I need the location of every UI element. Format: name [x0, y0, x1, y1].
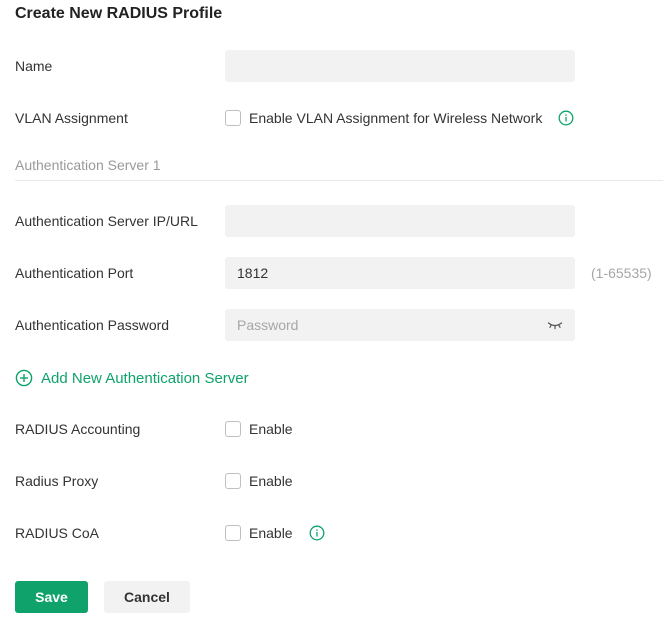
- cancel-button[interactable]: Cancel: [104, 581, 190, 613]
- eye-closed-icon[interactable]: [547, 319, 563, 331]
- radius-coa-checkbox-label[interactable]: Enable: [249, 525, 293, 541]
- vlan-label: VLAN Assignment: [15, 110, 128, 126]
- vlan-checkbox[interactable]: [225, 110, 241, 126]
- vlan-checkbox-label[interactable]: Enable VLAN Assignment for Wireless Netw…: [249, 110, 542, 126]
- auth-port-range-hint: (1-65535): [591, 265, 652, 281]
- radius-proxy-checkbox[interactable]: [225, 473, 241, 489]
- radius-proxy-label: Radius Proxy: [15, 473, 99, 489]
- save-button[interactable]: Save: [15, 581, 88, 613]
- auth-ip-input[interactable]: [225, 205, 575, 237]
- auth-password-label: Authentication Password: [15, 317, 170, 333]
- auth-ip-row: Authentication Server IP/URL: [0, 205, 663, 237]
- auth-password-row: Authentication Password: [0, 309, 663, 341]
- radius-accounting-label: RADIUS Accounting: [15, 421, 141, 437]
- radius-coa-label: RADIUS CoA: [15, 525, 100, 541]
- add-authentication-server-label: Add New Authentication Server: [41, 369, 249, 387]
- name-label: Name: [15, 58, 53, 74]
- auth-password-input[interactable]: [225, 309, 575, 341]
- section-divider: [15, 180, 663, 181]
- auth-port-label: Authentication Port: [15, 265, 134, 281]
- auth-port-row: Authentication Port (1-65535): [0, 257, 663, 289]
- radius-accounting-checkbox-label[interactable]: Enable: [249, 421, 293, 437]
- auth-ip-label: Authentication Server IP/URL: [15, 213, 198, 229]
- radius-accounting-checkbox[interactable]: [225, 421, 241, 437]
- info-icon[interactable]: [309, 525, 325, 541]
- add-authentication-server-link[interactable]: Add New Authentication Server: [15, 366, 249, 390]
- radius-coa-row: RADIUS CoA Enable: [0, 517, 663, 549]
- radius-accounting-row: RADIUS Accounting Enable: [0, 413, 663, 445]
- info-icon[interactable]: [558, 110, 574, 126]
- name-input[interactable]: [225, 50, 575, 82]
- section-title-auth-server-1: Authentication Server 1: [15, 157, 161, 173]
- vlan-row: VLAN Assignment Enable VLAN Assignment f…: [0, 102, 663, 134]
- plus-circle-icon: [15, 369, 33, 387]
- auth-port-input[interactable]: [225, 257, 575, 289]
- radius-proxy-row: Radius Proxy Enable: [0, 465, 663, 497]
- radius-coa-checkbox[interactable]: [225, 525, 241, 541]
- name-row: Name: [0, 50, 663, 82]
- radius-proxy-checkbox-label[interactable]: Enable: [249, 473, 293, 489]
- page-title: Create New RADIUS Profile: [15, 5, 223, 22]
